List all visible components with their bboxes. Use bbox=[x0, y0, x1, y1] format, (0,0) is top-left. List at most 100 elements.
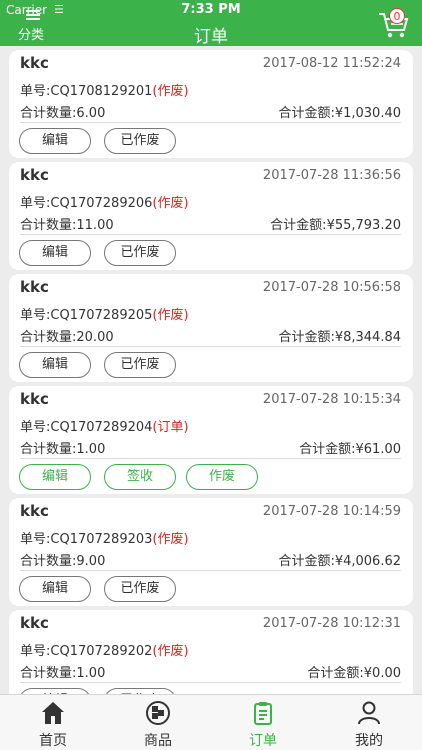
order-number-line: 单号:CQ1708129201(作废) bbox=[20, 80, 189, 99]
voided-button[interactable]: 已作废 bbox=[104, 128, 176, 154]
order-number: CQ1707289205 bbox=[50, 308, 153, 323]
total-amount-label: 合计金额: bbox=[307, 666, 364, 681]
cart-badge: 0 bbox=[389, 8, 405, 24]
order-number-label: 单号: bbox=[20, 308, 51, 323]
edit-button[interactable]: 编辑 bbox=[19, 128, 91, 154]
tab-profile-label: 我的 bbox=[355, 733, 383, 749]
total-quantity-value: 9.00 bbox=[76, 554, 106, 569]
voided-button[interactable]: 已作废 bbox=[104, 576, 176, 602]
order-number-label: 单号: bbox=[20, 84, 51, 99]
total-quantity: 合计数量:1.00 bbox=[20, 438, 105, 457]
total-amount: 合计金额:¥1,030.40 bbox=[278, 102, 401, 121]
total-quantity-label: 合计数量: bbox=[20, 218, 77, 233]
order-date: 2017-07-28 11:36:56 bbox=[262, 168, 401, 183]
total-quantity-value: 6.00 bbox=[76, 106, 106, 121]
total-amount-value: ¥0.00 bbox=[363, 666, 401, 681]
order-number-line: 单号:CQ1707289205(作废) bbox=[20, 304, 189, 323]
tab-profile[interactable]: 我的 bbox=[316, 695, 422, 750]
total-quantity-value: 11.00 bbox=[76, 218, 114, 233]
card-divider bbox=[20, 682, 401, 683]
tab-orders[interactable]: 订单 bbox=[210, 695, 316, 750]
order-status: (作废) bbox=[152, 532, 189, 547]
total-amount-label: 合计金额: bbox=[270, 218, 327, 233]
customer-name: kkc bbox=[20, 390, 49, 408]
order-number: CQ1707289202 bbox=[50, 644, 153, 659]
total-amount: 合计金额:¥4,006.62 bbox=[278, 550, 401, 569]
order-number-line: 单号:CQ1707289206(作废) bbox=[20, 192, 189, 211]
tab-bar: 首页 商品 订单 我的 bbox=[0, 694, 422, 750]
total-quantity-label: 合计数量: bbox=[20, 442, 77, 457]
card-divider bbox=[20, 458, 401, 459]
edit-button[interactable]: 编辑 bbox=[19, 576, 91, 602]
edit-button[interactable]: 编辑 bbox=[19, 352, 91, 378]
card-divider bbox=[20, 122, 401, 123]
edit-button[interactable]: 编辑 bbox=[19, 240, 91, 266]
total-quantity: 合计数量:9.00 bbox=[20, 550, 105, 569]
tab-products[interactable]: 商品 bbox=[105, 695, 211, 750]
total-quantity-label: 合计数量: bbox=[20, 666, 77, 681]
void-button[interactable]: 作废 bbox=[186, 464, 258, 490]
order-date: 2017-08-12 11:52:24 bbox=[262, 56, 401, 71]
voided-button[interactable]: 已作废 bbox=[104, 240, 176, 266]
order-number-label: 单号: bbox=[20, 532, 51, 547]
order-number: CQ1707289206 bbox=[50, 196, 153, 211]
order-card[interactable]: kkc 2017-07-28 10:14:59 单号:CQ1707289203(作废… bbox=[9, 498, 413, 606]
total-quantity-value: 1.00 bbox=[76, 666, 106, 681]
customer-name: kkc bbox=[20, 502, 49, 520]
order-card[interactable]: kkc 2017-07-28 10:12:31 单号:CQ1707289202(作废… bbox=[9, 610, 413, 694]
order-card[interactable]: kkc 2017-08-12 11:52:24 单号:CQ1708129201(作废… bbox=[9, 50, 413, 158]
tab-orders-label: 订单 bbox=[249, 733, 277, 749]
total-amount-label: 合计金额: bbox=[299, 442, 356, 457]
total-amount: 合计金额:¥0.00 bbox=[307, 662, 401, 681]
order-date: 2017-07-28 10:56:58 bbox=[262, 280, 401, 295]
order-card[interactable]: kkc 2017-07-28 10:56:58 单号:CQ1707289205(作废… bbox=[9, 274, 413, 382]
sign-button[interactable]: 签收 bbox=[104, 464, 176, 490]
total-amount: 合计金额:¥55,793.20 bbox=[270, 214, 401, 233]
tab-products-label: 商品 bbox=[144, 733, 172, 749]
menu-icon bbox=[26, 10, 40, 20]
tab-home[interactable]: 首页 bbox=[0, 695, 106, 750]
order-number: CQ1707289204 bbox=[50, 420, 153, 435]
order-card[interactable]: kkc 2017-07-28 10:15:34 单号:CQ1707289204(订单… bbox=[9, 386, 413, 494]
order-number-line: 单号:CQ1707289203(作废) bbox=[20, 528, 189, 547]
cart-button[interactable]: 0 bbox=[376, 8, 410, 42]
total-quantity-label: 合计数量: bbox=[20, 554, 77, 569]
order-status: (作废) bbox=[152, 308, 189, 323]
total-amount-label: 合计金额: bbox=[278, 330, 335, 345]
order-number-line: 单号:CQ1707289204(订单) bbox=[20, 416, 189, 435]
order-number: CQ1707289203 bbox=[50, 532, 153, 547]
order-number-label: 单号: bbox=[20, 644, 51, 659]
order-status: (作废) bbox=[152, 644, 189, 659]
card-divider bbox=[20, 346, 401, 347]
order-number-label: 单号: bbox=[20, 420, 51, 435]
order-status: (作废) bbox=[152, 196, 189, 211]
card-divider bbox=[20, 570, 401, 571]
edit-button[interactable]: 编辑 bbox=[19, 464, 91, 490]
card-divider bbox=[20, 234, 401, 235]
total-quantity-value: 1.00 bbox=[76, 442, 106, 457]
order-date: 2017-07-28 10:15:34 bbox=[262, 392, 401, 407]
customer-name: kkc bbox=[20, 166, 49, 184]
order-date: 2017-07-28 10:12:31 bbox=[262, 616, 401, 631]
order-list[interactable]: kkc 2017-08-12 11:52:24 单号:CQ1708129201(作废… bbox=[0, 46, 422, 694]
clock: 7:33 PM bbox=[181, 2, 241, 17]
order-card[interactable]: kkc 2017-07-28 11:36:56 单号:CQ1707289206(作废… bbox=[9, 162, 413, 270]
total-quantity: 合计数量:11.00 bbox=[20, 214, 114, 233]
order-number: CQ1708129201 bbox=[50, 84, 153, 99]
order-number-label: 单号: bbox=[20, 196, 51, 211]
customer-name: kkc bbox=[20, 54, 49, 72]
total-amount-label: 合计金额: bbox=[278, 554, 335, 569]
total-amount-value: ¥4,006.62 bbox=[334, 554, 401, 569]
total-amount-value: ¥8,344.84 bbox=[334, 330, 401, 345]
voided-button[interactable]: 已作废 bbox=[104, 352, 176, 378]
order-status: (作废) bbox=[152, 84, 189, 99]
total-amount-label: 合计金额: bbox=[278, 106, 335, 121]
products-icon bbox=[146, 701, 170, 725]
status-bar: Carrier ☰ 7:33 PM bbox=[0, 0, 422, 20]
order-date: 2017-07-28 10:14:59 bbox=[262, 504, 401, 519]
orders-icon bbox=[254, 702, 272, 725]
order-number-line: 单号:CQ1707289202(作废) bbox=[20, 640, 189, 659]
total-quantity: 合计数量:6.00 bbox=[20, 102, 105, 121]
total-quantity-label: 合计数量: bbox=[20, 106, 77, 121]
page-title: 订单 bbox=[194, 27, 228, 47]
